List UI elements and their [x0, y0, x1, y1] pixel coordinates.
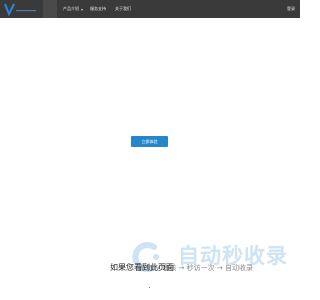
top-navigation-bar: 产品介绍 ▾ 服务支持 关于我们 登录: [0, 0, 300, 18]
nav-item-about-label: 关于我们: [115, 6, 131, 11]
nav-active-indicator: [43, 0, 57, 18]
login-link[interactable]: 登录: [287, 0, 295, 18]
nav-item-support-label: 服务支持: [90, 6, 106, 11]
v-logo-icon: [4, 3, 36, 16]
chevron-down-icon: ▾: [81, 6, 84, 12]
try-now-button[interactable]: 立即体验: [131, 136, 168, 147]
page-notice-text: 如果您看到此页面: [110, 263, 174, 272]
nav-item-about[interactable]: 关于我们: [115, 0, 131, 18]
nav-item-products[interactable]: 产品介绍 ▾: [63, 0, 83, 18]
footer-dot: [149, 287, 150, 288]
nav-item-products-label: 产品介绍: [63, 6, 79, 11]
login-label: 登录: [287, 6, 295, 11]
nav-item-support[interactable]: 服务支持: [90, 0, 106, 18]
brand-logo[interactable]: [3, 2, 41, 16]
